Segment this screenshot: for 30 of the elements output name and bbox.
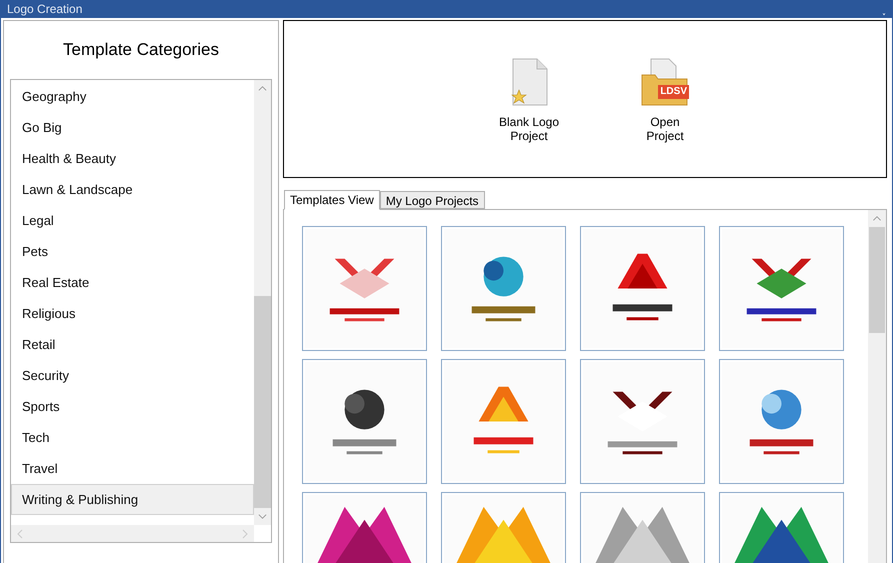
blank-project-button[interactable]: Blank Logo Project xyxy=(489,57,569,143)
file-type-badge: LDSV xyxy=(658,85,689,99)
category-item[interactable]: Retail xyxy=(11,329,254,360)
sidebar-title: Template Categories xyxy=(63,39,219,62)
category-item[interactable]: Geography xyxy=(11,81,254,112)
category-item[interactable]: Legal xyxy=(11,205,254,236)
category-item[interactable]: Lawn & Landscape xyxy=(11,174,254,205)
category-item[interactable]: Writing & Publishing xyxy=(11,484,254,515)
vertical-scrollbar[interactable] xyxy=(254,80,271,525)
window-title: Logo Creation xyxy=(7,1,82,18)
document-star-icon xyxy=(509,57,549,107)
collapse-button[interactable]: ˯ xyxy=(882,3,886,15)
category-item[interactable]: Religious xyxy=(11,298,254,329)
category-item[interactable]: Health & Beauty xyxy=(11,143,254,174)
category-item[interactable]: Security xyxy=(11,360,254,391)
open-project-button[interactable]: LDSV Open Project xyxy=(625,57,705,143)
tab[interactable]: My Logo Projects xyxy=(380,191,485,209)
category-item[interactable]: Sports xyxy=(11,391,254,422)
category-item[interactable]: Pets xyxy=(11,236,254,267)
scroll-thumb[interactable] xyxy=(254,296,271,508)
category-item[interactable]: Go Big xyxy=(11,112,254,143)
tab[interactable]: Templates View xyxy=(284,190,380,210)
category-item[interactable]: Travel xyxy=(11,453,254,484)
scroll-right-icon[interactable] xyxy=(240,528,250,538)
scroll-thumb[interactable] xyxy=(869,227,885,333)
category-item[interactable]: Real Estate xyxy=(11,267,254,298)
scroll-left-icon[interactable] xyxy=(15,528,25,538)
horizontal-scrollbar[interactable] xyxy=(11,525,254,542)
category-item[interactable]: Tech xyxy=(11,422,254,453)
vertical-scrollbar[interactable] xyxy=(868,210,886,563)
